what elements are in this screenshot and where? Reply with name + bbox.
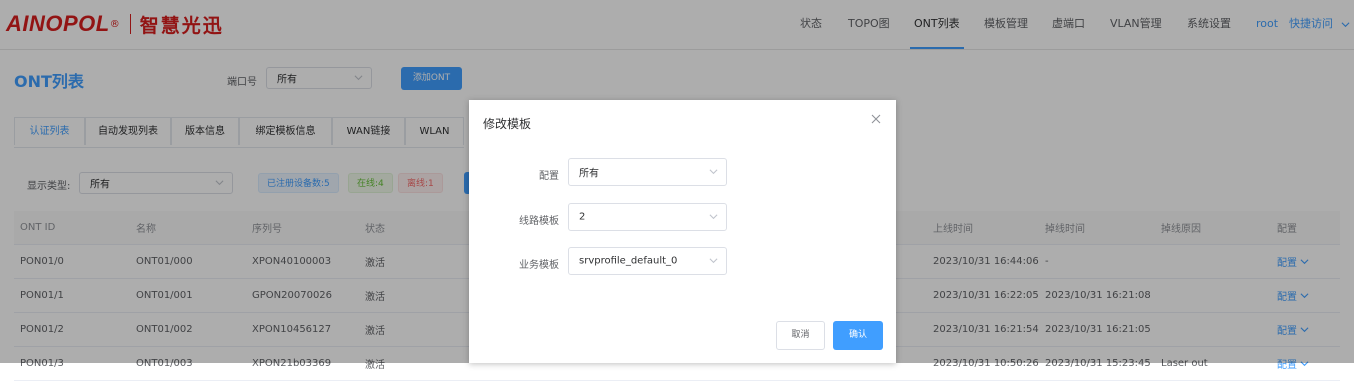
- dialog-title: 修改模板: [483, 117, 532, 131]
- chevron-down-icon: [709, 214, 718, 220]
- confirm-button[interactable]: 确认: [833, 321, 883, 350]
- line-template-value: 2: [579, 211, 586, 223]
- edit-template-dialog: 修改模板 配置 所有 线路模板 2 业务模板 srvprofile_defaul…: [469, 100, 896, 363]
- config-field-value: 所有: [579, 168, 599, 180]
- close-icon[interactable]: [871, 113, 881, 128]
- service-template-label: 业务模板: [519, 260, 559, 271]
- cancel-button[interactable]: 取消: [776, 321, 825, 350]
- chevron-down-icon: [709, 258, 718, 264]
- service-template-value: srvprofile_default_0: [579, 255, 678, 267]
- service-template-select[interactable]: srvprofile_default_0: [568, 247, 727, 275]
- line-template-select[interactable]: 2: [568, 203, 727, 231]
- config-field-label: 配置: [539, 171, 559, 182]
- line-template-label: 线路模板: [519, 216, 559, 227]
- config-field-select[interactable]: 所有: [568, 158, 727, 186]
- chevron-down-icon: [709, 169, 718, 175]
